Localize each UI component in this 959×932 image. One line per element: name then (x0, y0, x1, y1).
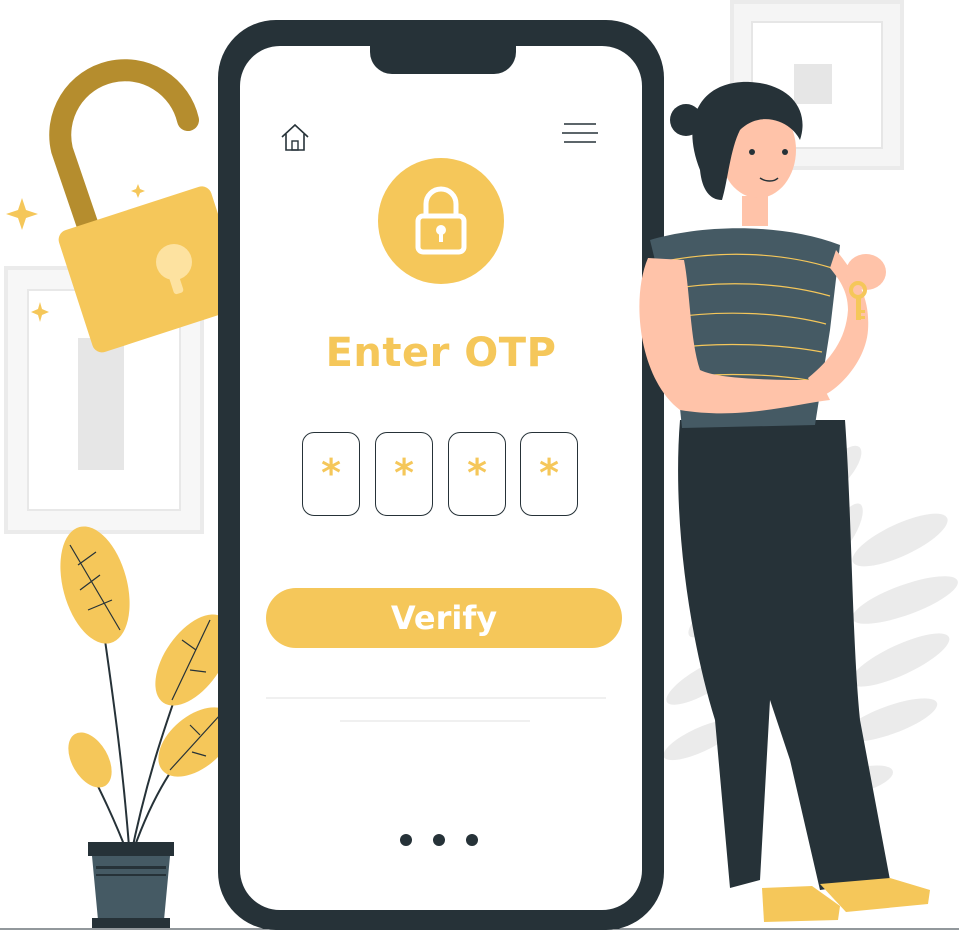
woman-illustration (639, 81, 930, 922)
trousers (678, 420, 890, 890)
